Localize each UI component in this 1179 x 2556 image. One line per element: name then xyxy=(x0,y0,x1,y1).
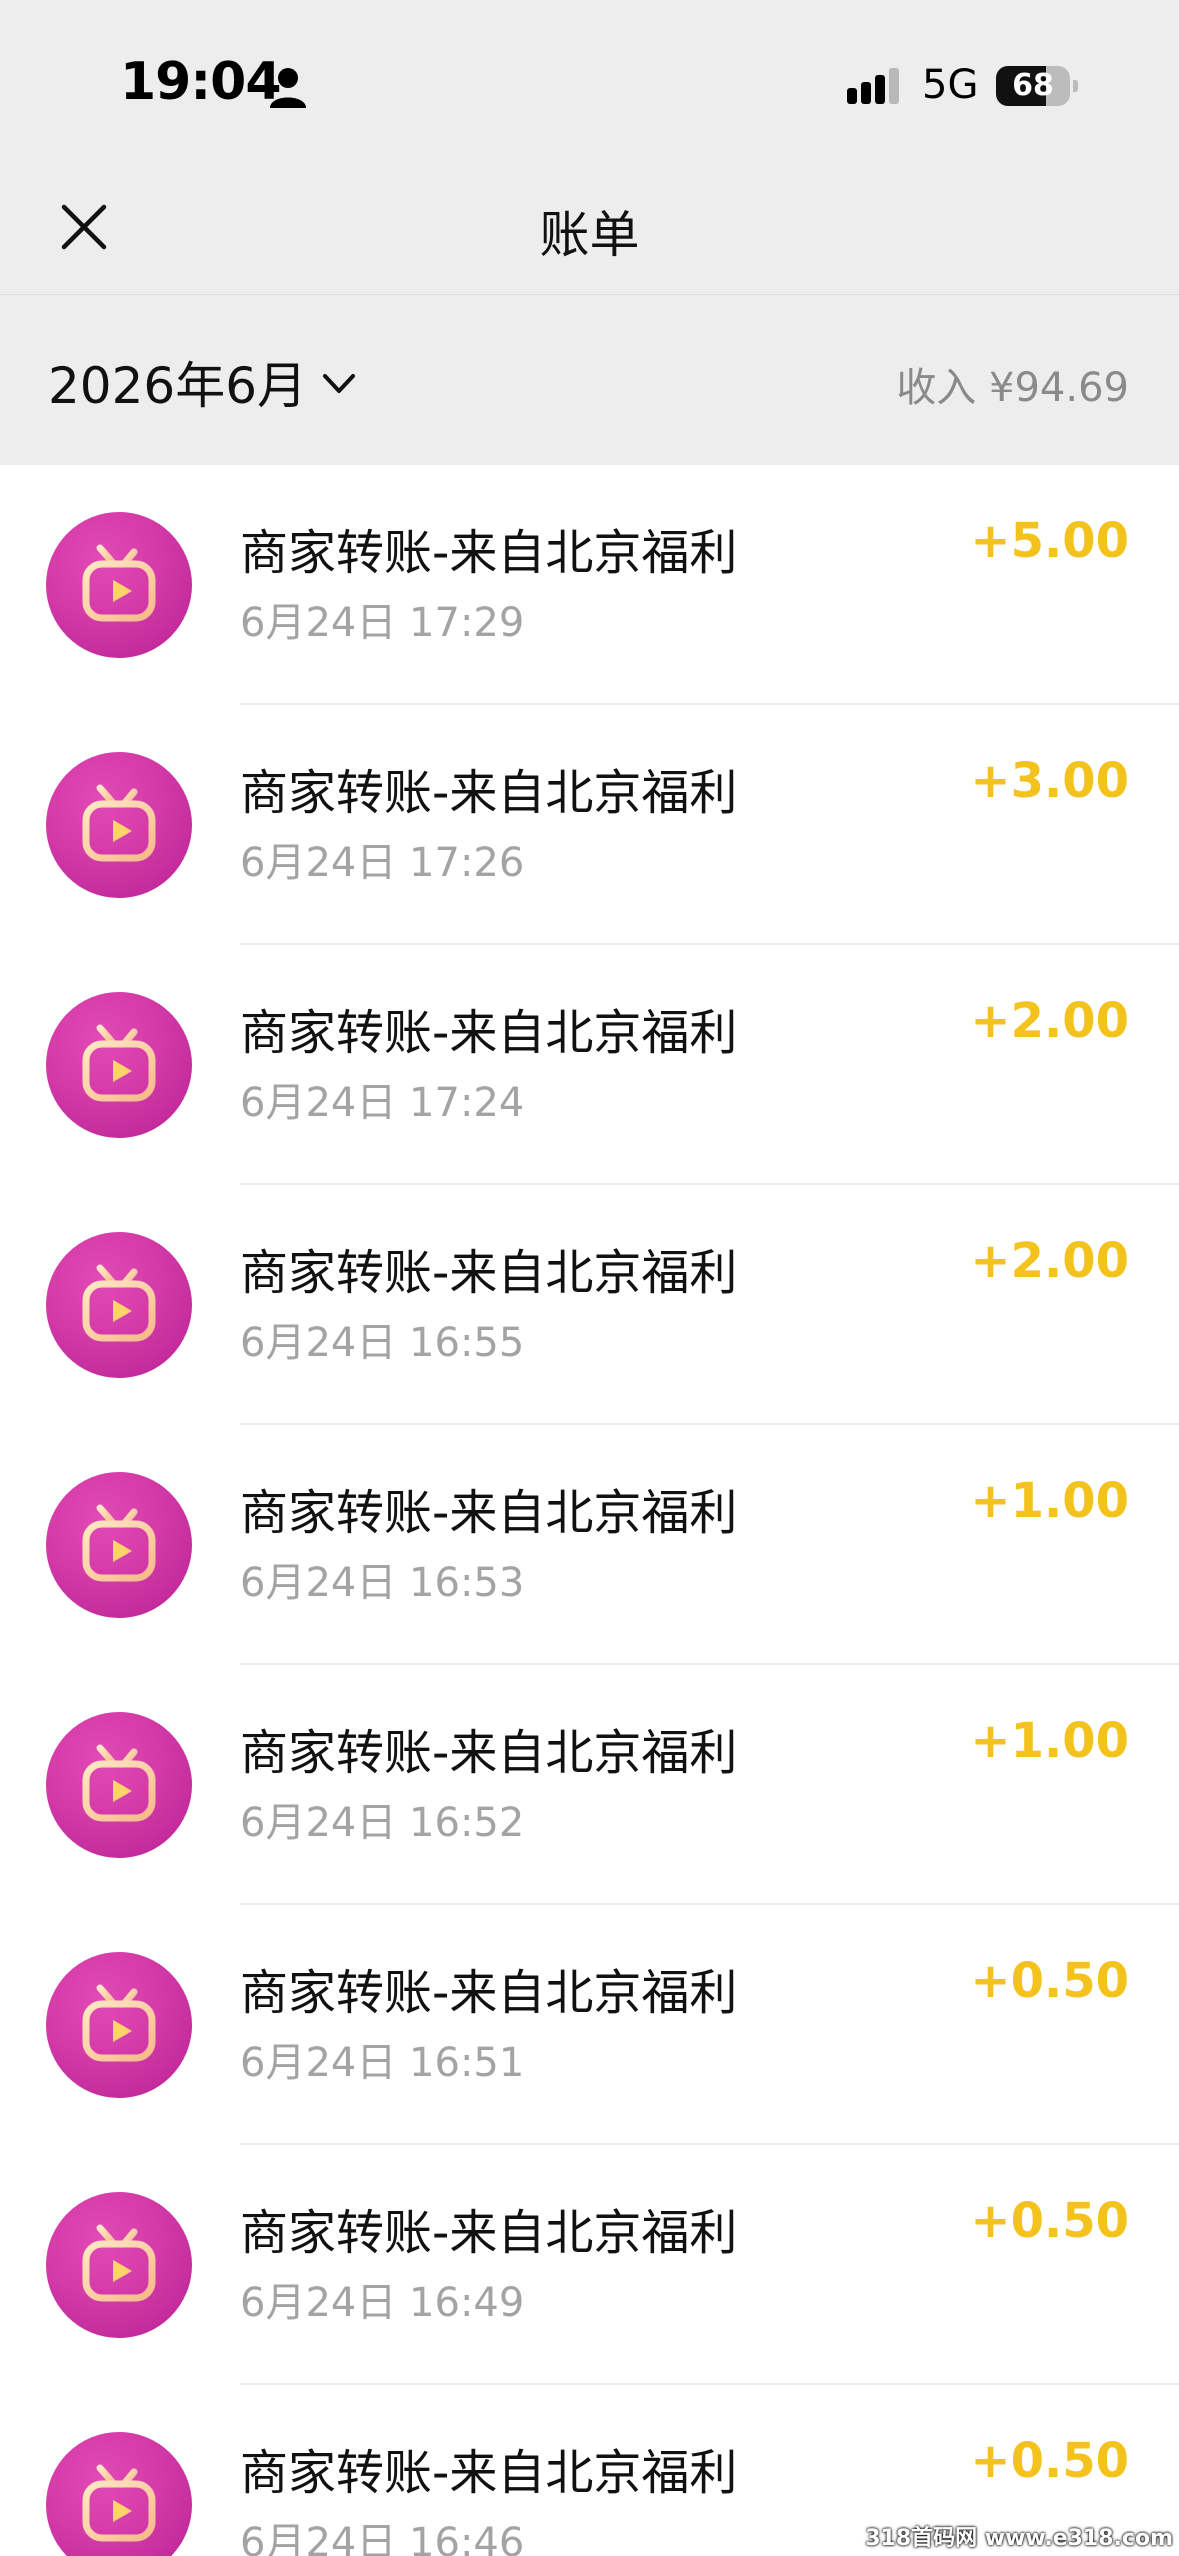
income-total: 收入 ¥94.69 xyxy=(896,365,1129,411)
transaction-title: 商家转账-来自北京福利 xyxy=(240,525,738,581)
tv-app-icon xyxy=(46,1472,192,1618)
transaction-amount: +1.00 xyxy=(970,1713,1129,1769)
person-icon xyxy=(270,68,306,108)
transaction-amount: +0.50 xyxy=(970,2193,1129,2249)
transaction-title: 商家转账-来自北京福利 xyxy=(240,765,738,821)
transaction-time: 6月24日 16:53 xyxy=(240,1560,525,1606)
transaction-amount: +3.00 xyxy=(970,753,1129,809)
filter-bar: 2026年6月 收入 ¥94.69 xyxy=(0,295,1179,465)
transaction-title: 商家转账-来自北京福利 xyxy=(240,1965,738,2021)
transaction-time: 6月24日 16:51 xyxy=(240,2040,525,2086)
tv-app-icon xyxy=(46,1712,192,1858)
nav-bar: 账单 xyxy=(0,150,1179,295)
transaction-amount: +0.50 xyxy=(970,1953,1129,2009)
status-bar: 19:04 5G 68 xyxy=(0,0,1179,150)
transaction-time: 6月24日 16:55 xyxy=(240,1320,525,1366)
transaction-time: 6月24日 17:29 xyxy=(240,600,525,646)
transaction-amount: +2.00 xyxy=(970,1233,1129,1289)
transaction-row[interactable]: 商家转账-来自北京福利 6月24日 16:53 +1.00 xyxy=(0,1425,1179,1665)
transaction-time: 6月24日 16:49 xyxy=(240,2280,525,2326)
tv-app-icon xyxy=(46,2432,192,2556)
transaction-title: 商家转账-来自北京福利 xyxy=(240,1245,738,1301)
transaction-row[interactable]: 商家转账-来自北京福利 6月24日 16:51 +0.50 xyxy=(0,1905,1179,2145)
battery-level: 68 xyxy=(1012,68,1054,103)
transaction-time: 6月24日 16:52 xyxy=(240,1800,525,1846)
chevron-down-icon xyxy=(323,374,356,393)
battery-icon: 68 xyxy=(996,66,1078,106)
transaction-time: 6月24日 16:46 xyxy=(240,2520,525,2556)
transaction-time: 6月24日 17:26 xyxy=(240,840,525,886)
tv-app-icon xyxy=(46,2192,192,2338)
page-title: 账单 xyxy=(539,206,640,264)
transaction-row[interactable]: 商家转账-来自北京福利 6月24日 17:26 +3.00 xyxy=(0,705,1179,945)
network-label: 5G xyxy=(922,62,979,108)
transaction-title: 商家转账-来自北京福利 xyxy=(240,2445,738,2501)
transaction-list: 商家转账-来自北京福利 6月24日 17:29 +5.00 商家转账-来自北京福… xyxy=(0,465,1179,2556)
tv-app-icon xyxy=(46,1232,192,1378)
transaction-title: 商家转账-来自北京福利 xyxy=(240,1485,738,1541)
signal-icon xyxy=(847,68,899,104)
tv-app-icon xyxy=(46,512,192,658)
month-picker[interactable]: 2026年6月 xyxy=(48,347,359,417)
transaction-row[interactable]: 商家转账-来自北京福利 6月24日 16:55 +2.00 xyxy=(0,1185,1179,1425)
transaction-time: 6月24日 17:24 xyxy=(240,1080,525,1126)
transaction-row[interactable]: 商家转账-来自北京福利 6月24日 17:24 +2.00 xyxy=(0,945,1179,1185)
transaction-row[interactable]: 商家转账-来自北京福利 6月24日 16:49 +0.50 xyxy=(0,2145,1179,2385)
status-time: 19:04 xyxy=(120,52,282,112)
transaction-amount: +5.00 xyxy=(970,513,1129,569)
transaction-row[interactable]: 商家转账-来自北京福利 6月24日 17:29 +5.00 xyxy=(0,465,1179,705)
transaction-title: 商家转账-来自北京福利 xyxy=(240,2205,738,2261)
transaction-title: 商家转账-来自北京福利 xyxy=(240,1725,738,1781)
transaction-row[interactable]: 商家转账-来自北京福利 6月24日 16:52 +1.00 xyxy=(0,1665,1179,1905)
watermark: 318首码网 www.e318.com xyxy=(865,2526,1173,2551)
transaction-title: 商家转账-来自北京福利 xyxy=(240,1005,738,1061)
tv-app-icon xyxy=(46,992,192,1138)
tv-app-icon xyxy=(46,1952,192,2098)
month-label: 2026年6月 xyxy=(48,357,308,415)
tv-app-icon xyxy=(46,752,192,898)
transaction-amount: +1.00 xyxy=(970,1473,1129,1529)
transaction-amount: +2.00 xyxy=(970,993,1129,1049)
transaction-amount: +0.50 xyxy=(970,2433,1129,2489)
